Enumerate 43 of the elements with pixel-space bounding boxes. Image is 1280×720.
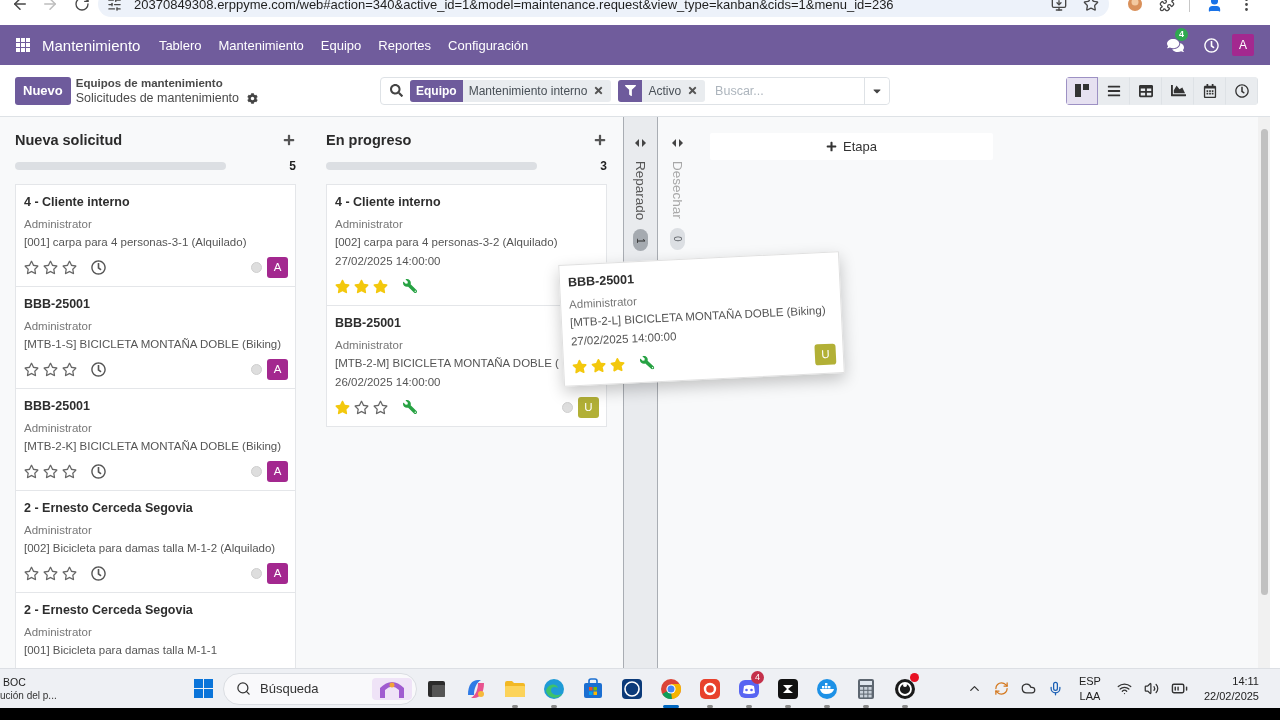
notification-badge: 4 bbox=[751, 670, 764, 684]
card-user: Administrator bbox=[24, 319, 92, 334]
count-badge: 1 bbox=[633, 229, 648, 252]
message-count-badge: 4 bbox=[1175, 27, 1188, 41]
card-equipment: [MTB-1-S] BICICLETA MONTAÑA DOBLE (Biking) bbox=[24, 337, 282, 352]
card-title: BBB-25001 bbox=[24, 296, 90, 313]
card-user: Administrator bbox=[24, 421, 92, 436]
card-title: BBB-25001 bbox=[335, 315, 401, 332]
user-avatar: A bbox=[267, 256, 288, 278]
column-count: 3 bbox=[600, 159, 607, 173]
facet-label: Equipo bbox=[410, 79, 463, 102]
card-equipment: [MTB-2-M] BICICLETA MONTAÑA DOBLE ( bbox=[335, 356, 559, 371]
card-title: 2 - Ernesto Cerceda Segovia bbox=[24, 500, 193, 517]
count-badge: 0 bbox=[670, 227, 685, 250]
card-user: Administrator bbox=[24, 523, 92, 538]
facet-value: Activo bbox=[647, 83, 683, 98]
card-equipment: [001] carpa para 4 personas-3-1 (Alquilado) bbox=[24, 235, 247, 250]
card-equipment: [002] Bicicleta para damas talla M-1-2 (Alquilado) bbox=[24, 541, 276, 556]
card-user: Administrator bbox=[335, 338, 403, 353]
user-avatar: A bbox=[267, 358, 288, 380]
column-title: Nueva solicitud bbox=[15, 132, 123, 148]
column-count: 5 bbox=[289, 159, 296, 173]
card-date: 26/02/2025 14:00:00 bbox=[335, 375, 441, 390]
url-text: 20370849308.erppyme.com/web#action=340&active_id=1&model=maintenance.request&view_type=kanban&cids=1&menu_id=236 bbox=[134, 0, 894, 12]
user-avatar: U bbox=[578, 396, 599, 418]
column-title: En progreso bbox=[326, 132, 412, 148]
card-date: 27/02/2025 14:00:00 bbox=[335, 254, 441, 269]
card-equipment: [002] carpa para 4 personas-3-2 (Alquilado) bbox=[335, 235, 558, 250]
facet-value: Mantenimiento interno bbox=[467, 83, 589, 98]
search-placeholder: Búsqueda bbox=[260, 681, 319, 696]
card-title: 4 - Cliente interno bbox=[335, 194, 441, 211]
user-avatar: A bbox=[267, 562, 288, 584]
user-avatar: A bbox=[267, 460, 288, 482]
card-title: 4 - Cliente interno bbox=[24, 194, 130, 211]
card-equipment: [MTB-2-K] BICICLETA MONTAÑA DOBLE (Biking) bbox=[24, 439, 282, 454]
page-title: Solicitudes de mantenimiento bbox=[75, 90, 240, 106]
card-user: Administrator bbox=[24, 217, 92, 232]
user-avatar: U bbox=[814, 343, 837, 365]
card-title: BBB-25001 bbox=[24, 398, 90, 415]
card-user: Administrator bbox=[335, 217, 403, 232]
card-user: Administrator bbox=[24, 625, 92, 640]
card-title: 2 - Ernesto Cerceda Segovia bbox=[24, 602, 193, 619]
card-equipment: [001] Bicicleta para damas talla M-1-1 bbox=[24, 643, 218, 658]
